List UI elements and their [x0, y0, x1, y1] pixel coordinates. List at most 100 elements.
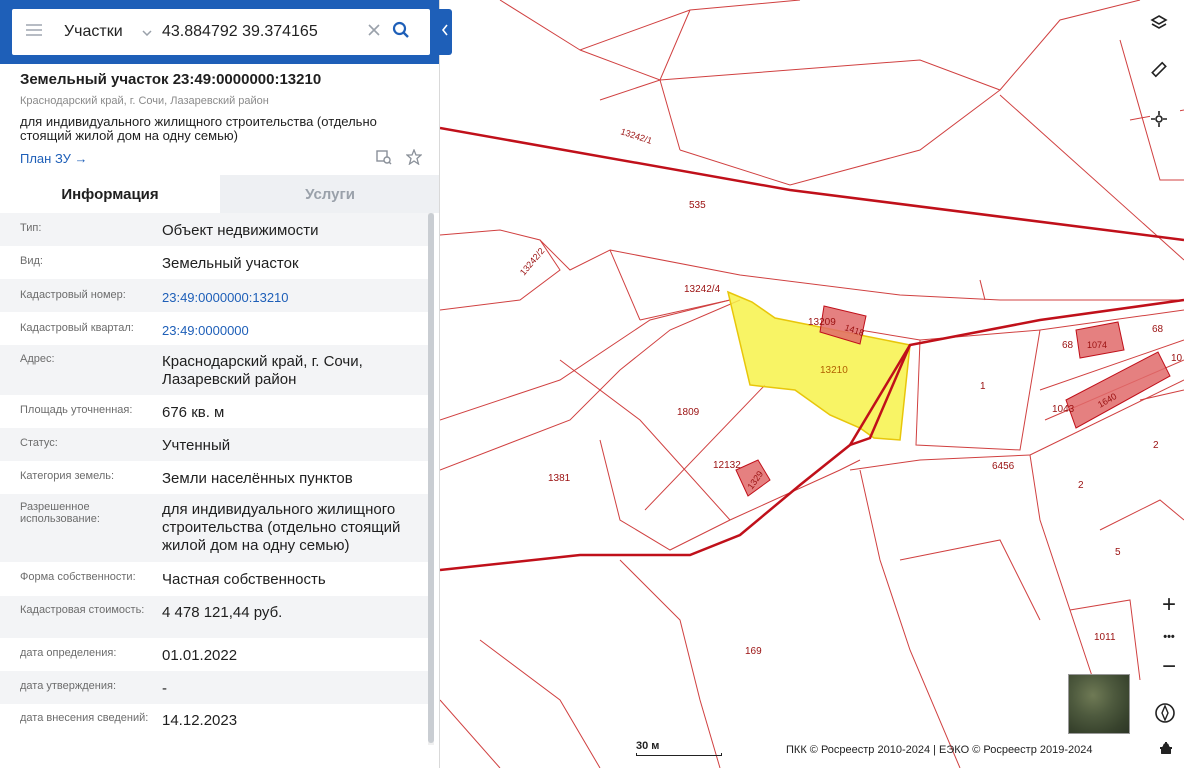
row-value: Земельный участок: [162, 255, 299, 272]
info-row-ownership: Форма собственности: Частная собственнос…: [0, 562, 428, 596]
row-value: Земли населённых пунктов: [162, 470, 353, 487]
row-label: Статус:: [20, 437, 58, 449]
label-5: 5: [1115, 547, 1121, 558]
label-1011: 1011: [1094, 632, 1116, 643]
label-1381: 1381: [548, 473, 571, 484]
label-13209: 13209: [808, 317, 836, 328]
menu-icon: [26, 23, 42, 41]
search-icon: [392, 21, 410, 44]
info-row-type: Тип: Объект недвижимости: [0, 213, 428, 246]
object-title: Земельный участок 23:49:0000000:13210: [20, 71, 322, 88]
menu-button[interactable]: [12, 9, 56, 55]
row-value: -: [162, 680, 167, 697]
label-2b: 2: [1078, 480, 1084, 491]
map-canvas[interactable]: 13242/1 535 13242/2 13242/4 13209 1418 1…: [440, 0, 1184, 768]
compass-button[interactable]: [1154, 702, 1184, 732]
row-value: Объект недвижимости: [162, 222, 319, 239]
row-value: 4 478 121,44 руб.: [162, 604, 283, 621]
row-label: дата утверждения:: [20, 680, 117, 692]
ruler-button[interactable]: [1150, 60, 1180, 90]
clear-search-button[interactable]: [362, 23, 386, 41]
info-row-determination-date: дата определения: 01.01.2022: [0, 638, 428, 671]
parcel-boundary: [1099, 499, 1184, 531]
info-table: Тип: Объект недвижимости Вид: Земельный …: [0, 213, 428, 748]
road-boundary: [440, 126, 1184, 242]
category-dropdown[interactable]: [136, 23, 158, 41]
locate-point-button[interactable]: [1150, 110, 1180, 140]
row-value: Учтенный: [162, 437, 231, 454]
parcel-boundary: [659, 0, 1141, 91]
label-13242-4: 13242/4: [684, 284, 721, 295]
cadastral-number-link[interactable]: 23:49:0000000:13210: [162, 289, 428, 307]
zoom-in-button[interactable]: +: [1154, 590, 1184, 620]
layers-button[interactable]: [1150, 14, 1180, 44]
zoom-to-object-icon[interactable]: [376, 149, 392, 170]
parcel-boundary: [440, 699, 501, 768]
label-10: 10: [1171, 353, 1183, 364]
row-value: Частная собственность: [162, 571, 326, 588]
tab-information[interactable]: Информация: [0, 175, 220, 213]
selected-parcel-13210: [726, 290, 911, 441]
row-label: дата внесения сведений:: [20, 712, 149, 724]
scale-label: 30 м: [636, 740, 660, 752]
tabs: Информация Услуги: [0, 175, 439, 213]
cadastral-quarter-link[interactable]: 23:49:0000000: [162, 322, 428, 340]
cadastral-map[interactable]: 13242/1 535 13242/2 13242/4 13209 1418 1…: [440, 0, 1184, 768]
chevron-left-icon: [441, 23, 449, 41]
object-description: для индивидуального жилищного строительс…: [20, 114, 377, 143]
category-select[interactable]: Участки: [56, 23, 136, 41]
row-value: для индивидуального жилищного строительс…: [162, 501, 401, 554]
star-icon[interactable]: [405, 148, 423, 170]
label-535: 535: [689, 200, 706, 211]
row-value: 01.01.2022: [162, 647, 238, 664]
satellite-basemap-toggle[interactable]: [1068, 674, 1130, 734]
parcel-boundary: [1029, 454, 1101, 701]
label-68a: 68: [1062, 340, 1074, 351]
more-button[interactable]: •••: [1154, 622, 1184, 652]
row-label: Категория земель:: [20, 470, 115, 482]
label-68b: 68: [1152, 324, 1164, 335]
parcel-boundary: [1139, 389, 1184, 401]
info-row-area: Площадь уточненная: 676 кв. м: [0, 395, 428, 428]
row-label: Кадастровая стоимость:: [20, 604, 145, 616]
parcel-boundary: [859, 469, 961, 768]
collapse-panel-button[interactable]: [438, 9, 452, 55]
row-label: Вид:: [20, 255, 43, 267]
parcel-boundary: [579, 9, 691, 81]
copyright-text: ПКК © Росреестр 2010-2024 | ЕЭКО © Росре…: [786, 744, 1093, 756]
scrollbar-thumb[interactable]: [428, 213, 434, 743]
label-1809: 1809: [677, 407, 700, 418]
label-169: 169: [745, 646, 762, 657]
info-row-address: Адрес: Краснодарский край, г. Сочи, Лаза…: [0, 345, 428, 395]
row-label: Кадастровый квартал:: [20, 322, 134, 334]
label-1074: 1074: [1087, 340, 1107, 350]
search-input[interactable]: [162, 23, 362, 41]
info-row-approval-date: дата утверждения: -: [0, 671, 428, 704]
row-value: 676 кв. м: [162, 404, 225, 421]
label-13242-1: 13242/1: [619, 126, 653, 146]
parcel-boundary: [899, 539, 1041, 621]
info-row-cadastral-value: Кадастровая стоимость: 4 478 121,44 руб.: [0, 596, 428, 638]
parcel-boundary: [599, 439, 731, 551]
parcel-boundary: [979, 279, 986, 301]
search-button[interactable]: [386, 21, 416, 44]
search-box: Участки: [12, 9, 430, 55]
label-13242-2: 13242/2: [518, 246, 547, 277]
info-row-cadastral-number: Кадастровый номер: 23:49:0000000:13210: [0, 279, 428, 312]
info-row-permitted-use: Разрешенное использование: для индивидуа…: [0, 494, 428, 562]
plan-link[interactable]: План ЗУ →: [20, 151, 88, 166]
parcel-boundary: [915, 329, 1041, 451]
close-icon: [368, 23, 380, 41]
tab-services[interactable]: Услуги: [220, 175, 439, 213]
info-row-status: Статус: Учтенный: [0, 428, 428, 461]
parcel-boundary: [679, 89, 1001, 186]
row-label: Площадь уточненная:: [20, 404, 133, 416]
label-6456: 6456: [992, 461, 1015, 472]
row-label: Форма собственности:: [20, 571, 136, 583]
zoom-out-button[interactable]: −: [1154, 652, 1184, 682]
info-row-entry-date: дата внесения сведений: 14.12.2023: [0, 704, 428, 748]
label-13210: 13210: [820, 365, 848, 376]
info-row-kind: Вид: Земельный участок: [0, 246, 428, 279]
row-label: Адрес:: [20, 353, 55, 365]
parcel-boundary: [619, 559, 721, 768]
